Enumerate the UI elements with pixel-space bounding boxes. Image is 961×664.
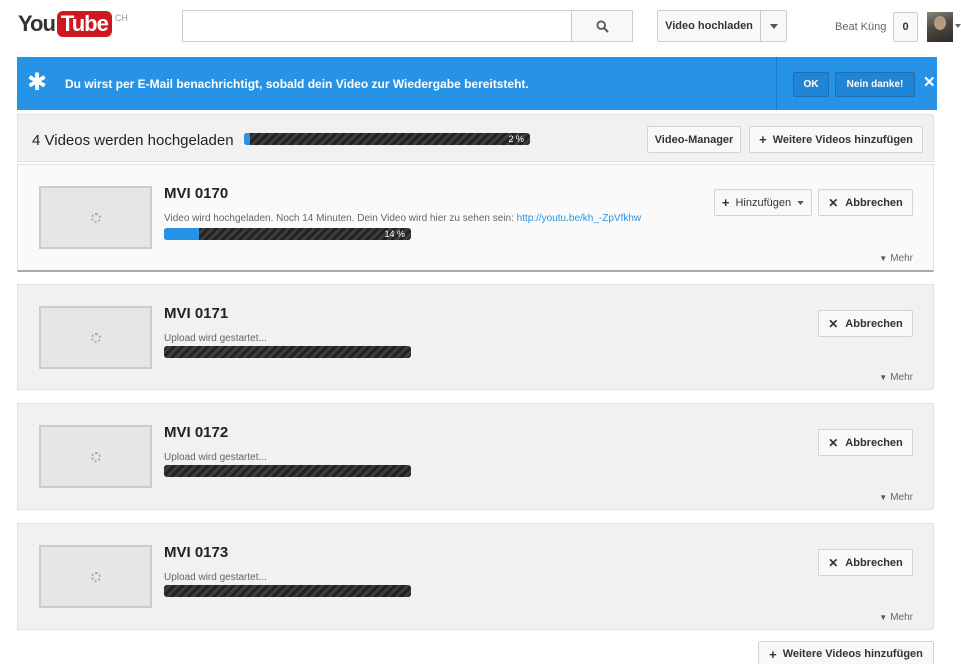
- video-thumbnail: [39, 186, 152, 249]
- cancel-label: Abbrechen: [845, 196, 903, 209]
- triangle-down-icon: ▼: [879, 254, 888, 263]
- cancel-label: Abbrechen: [845, 556, 903, 569]
- cancel-upload-button[interactable]: ✕ Abbrechen: [818, 310, 913, 337]
- logo-tube-text: Tube: [56, 11, 112, 37]
- loading-spinner-icon: [91, 452, 101, 462]
- video-progress-fill: [164, 228, 199, 240]
- masthead: You Tube CH Video hochladen Beat Küng 0: [0, 0, 961, 52]
- add-more-videos-bottom-label: Weitere Videos hinzufügen: [782, 648, 923, 660]
- close-icon: ✕: [828, 316, 839, 331]
- video-title[interactable]: MVI 0170: [164, 185, 228, 202]
- more-label: Mehr: [890, 492, 913, 503]
- notice-text: Du wirst per E-Mail benachrichtigt, soba…: [65, 77, 529, 91]
- close-icon[interactable]: ✕: [923, 74, 936, 92]
- add-to-label: Hinzufügen: [735, 196, 792, 209]
- video-title[interactable]: MVI 0172: [164, 424, 228, 441]
- loading-spinner-icon: [91, 572, 101, 582]
- close-icon: ✕: [828, 195, 839, 210]
- triangle-down-icon: ▼: [879, 493, 888, 502]
- video-upload-card: MVI 0172 Upload wird gestartet... ✕ Abbr…: [17, 403, 934, 510]
- plus-icon: +: [721, 195, 730, 210]
- video-upload-card: MVI 0170 Video wird hochgeladen. Noch 14…: [17, 164, 934, 272]
- add-more-videos-label: Weitere Videos hinzufügen: [772, 133, 913, 146]
- video-status-text: Upload wird gestartet...: [164, 572, 267, 583]
- video-manager-button[interactable]: Video-Manager: [647, 126, 741, 153]
- upload-video-button[interactable]: Video hochladen: [657, 10, 761, 42]
- video-title[interactable]: MVI 0171: [164, 305, 228, 322]
- video-title[interactable]: MVI 0173: [164, 544, 228, 561]
- video-progress-bar: 14 %: [164, 228, 411, 240]
- notice-divider: [776, 57, 777, 110]
- triangle-down-icon: ▼: [879, 613, 888, 622]
- close-icon: ✕: [828, 555, 839, 570]
- cancel-label: Abbrechen: [845, 317, 903, 330]
- username-link[interactable]: Beat Küng: [835, 21, 886, 33]
- video-status: Video wird hochgeladen. Noch 14 Minuten.…: [164, 213, 641, 224]
- cancel-upload-button[interactable]: ✕ Abbrechen: [818, 189, 913, 216]
- search-icon: [595, 19, 609, 33]
- search-input[interactable]: [182, 10, 572, 42]
- notification-count-button[interactable]: 0: [893, 12, 918, 42]
- video-thumbnail: [39, 545, 152, 608]
- chevron-down-icon: [797, 200, 804, 205]
- plus-icon: +: [769, 646, 777, 662]
- video-status-text: Upload wird gestartet...: [164, 333, 267, 344]
- account-caret-icon[interactable]: [955, 24, 961, 28]
- close-icon: ✕: [828, 435, 839, 450]
- video-upload-card: MVI 0173 Upload wird gestartet... ✕ Abbr…: [17, 523, 934, 630]
- triangle-down-icon: ▼: [879, 373, 888, 382]
- upload-page: You Tube CH Video hochladen Beat Küng 0 …: [0, 0, 961, 664]
- logo-you-text: You: [18, 11, 56, 36]
- cancel-upload-button[interactable]: ✕ Abbrechen: [818, 429, 913, 456]
- video-thumbnail: [39, 306, 152, 369]
- more-toggle[interactable]: ▼ Mehr: [879, 612, 913, 623]
- video-share-link[interactable]: http://youtu.be/kh_-ZpVfkhw: [517, 213, 642, 224]
- summary-title: 4 Videos werden hochgeladen: [32, 132, 234, 149]
- more-label: Mehr: [890, 372, 913, 383]
- notice-decline-button[interactable]: Nein danke!: [835, 72, 915, 97]
- video-thumbnail: [39, 425, 152, 488]
- loading-spinner-icon: [91, 333, 101, 343]
- search-button[interactable]: [571, 10, 633, 42]
- add-more-videos-button[interactable]: + Weitere Videos hinzufügen: [749, 126, 923, 153]
- video-progress-bar: [164, 585, 411, 597]
- email-notice-bar: ✱ Du wirst per E-Mail benachrichtigt, so…: [17, 57, 937, 110]
- notice-ok-button[interactable]: OK: [793, 72, 829, 97]
- cancel-label: Abbrechen: [845, 436, 903, 449]
- video-progress-bar: [164, 465, 411, 477]
- more-label: Mehr: [890, 612, 913, 623]
- video-progress-label: 14 %: [384, 229, 405, 239]
- video-status-text: Upload wird gestartet...: [164, 452, 267, 463]
- total-progress-bar: 2 %: [244, 133, 530, 145]
- loading-spinner-icon: [91, 213, 101, 223]
- video-status-text: Video wird hochgeladen. Noch 14 Minuten.…: [164, 213, 514, 224]
- more-label: Mehr: [890, 253, 913, 264]
- total-progress-fill: [244, 133, 250, 145]
- chevron-down-icon: [769, 23, 778, 29]
- more-toggle[interactable]: ▼ Mehr: [879, 372, 913, 383]
- asterisk-icon: ✱: [27, 69, 48, 96]
- youtube-logo[interactable]: You Tube CH: [18, 11, 128, 37]
- add-more-videos-bottom-button[interactable]: + Weitere Videos hinzufügen: [758, 641, 934, 664]
- add-to-playlist-button[interactable]: + Hinzufügen: [714, 189, 812, 216]
- total-progress-label: 2 %: [508, 134, 524, 144]
- video-upload-card: MVI 0171 Upload wird gestartet... ✕ Abbr…: [17, 284, 934, 390]
- more-toggle[interactable]: ▼ Mehr: [879, 492, 913, 503]
- video-progress-bar: [164, 346, 411, 358]
- logo-country-code: CH: [114, 13, 128, 23]
- plus-icon: +: [759, 132, 767, 147]
- upload-menu-button[interactable]: [760, 10, 787, 42]
- avatar[interactable]: [927, 12, 953, 42]
- cancel-upload-button[interactable]: ✕ Abbrechen: [818, 549, 913, 576]
- upload-summary-bar: 4 Videos werden hochgeladen 2 % Video-Ma…: [17, 114, 934, 162]
- more-toggle[interactable]: ▼ Mehr: [879, 253, 913, 264]
